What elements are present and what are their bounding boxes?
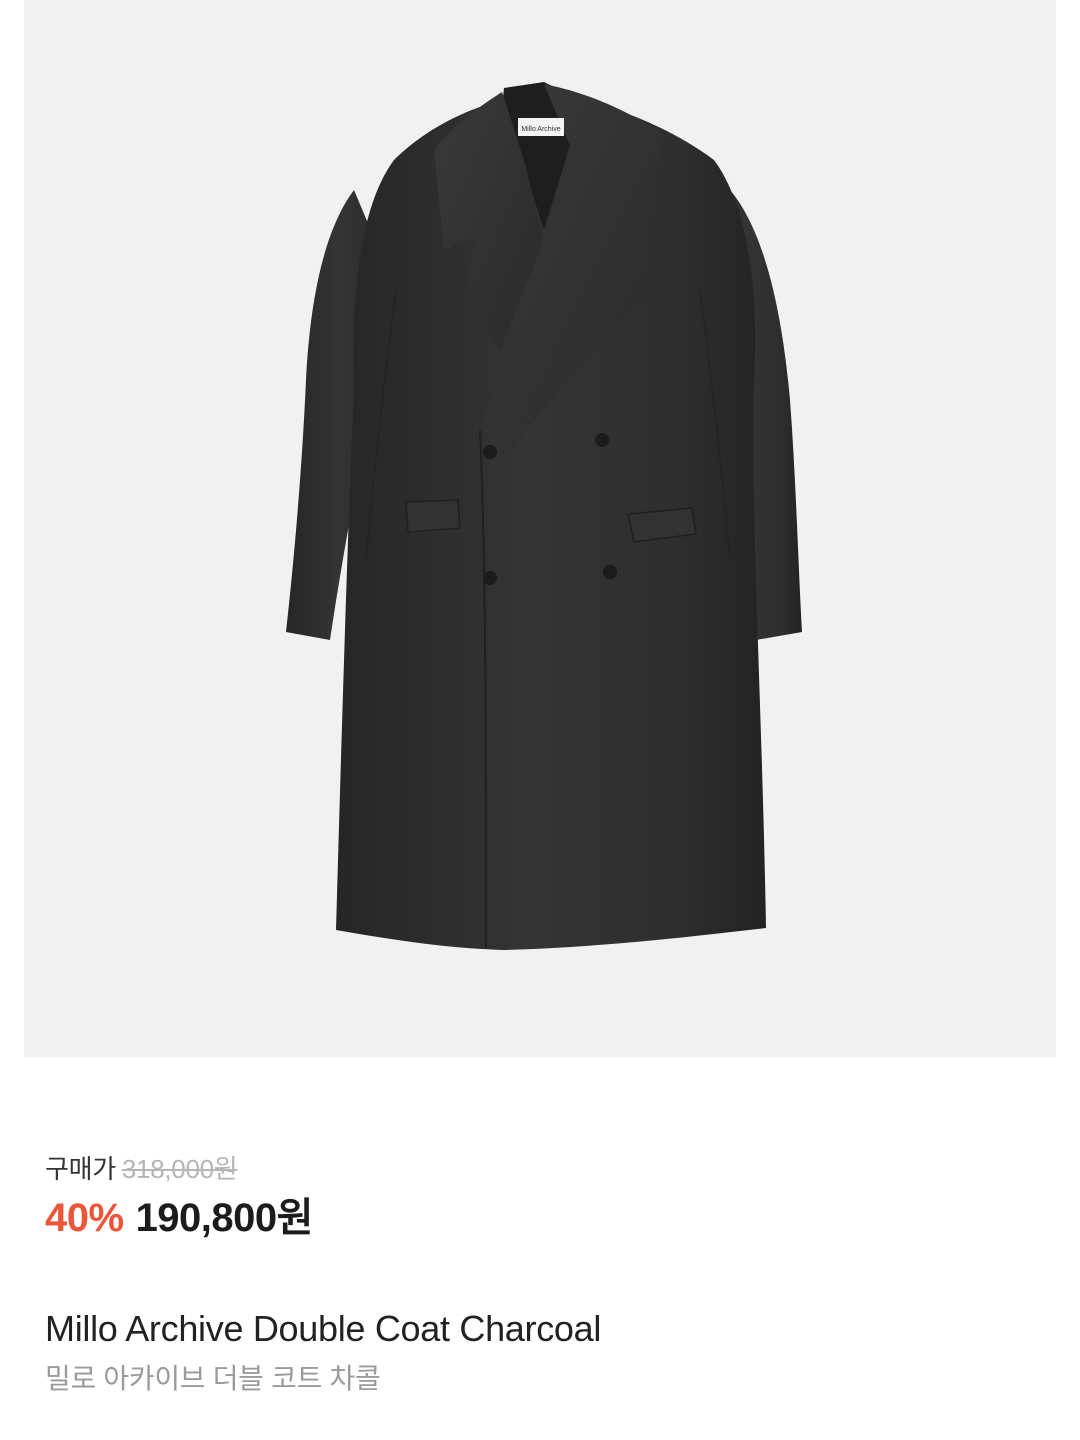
purchase-price-row: 구매가 318,000원	[45, 1152, 313, 1186]
product-image[interactable]: Millo Archive	[24, 0, 1056, 1057]
button-icon	[483, 571, 497, 585]
button-icon	[603, 565, 617, 579]
sale-price: 190,800원	[135, 1196, 314, 1240]
coat-image: Millo Archive	[286, 82, 802, 950]
left-pocket-flap	[405, 499, 461, 533]
button-icon	[595, 433, 609, 447]
sale-price-row: 40% 190,800원	[45, 1194, 313, 1242]
price-block: 구매가 318,000원 40% 190,800원	[45, 1152, 313, 1242]
product-name-korean[interactable]: 밀로 아카이브 더블 코트 차콜	[45, 1361, 601, 1397]
product-names: Millo Archive Double Coat Charcoal 밀로 아카…	[45, 1307, 601, 1397]
purchase-price-label: 구매가	[45, 1154, 116, 1184]
product-name-english[interactable]: Millo Archive Double Coat Charcoal	[45, 1307, 601, 1351]
brand-label-text: Millo Archive	[521, 126, 560, 133]
original-price: 318,000원	[121, 1154, 238, 1184]
button-icon	[483, 445, 497, 459]
discount-rate: 40%	[45, 1196, 124, 1240]
